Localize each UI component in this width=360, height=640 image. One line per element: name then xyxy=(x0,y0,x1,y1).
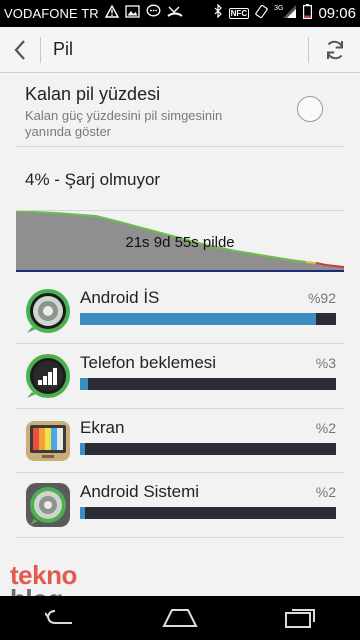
app-percent: %3 xyxy=(315,355,336,371)
battery-graph-baseline xyxy=(16,270,344,272)
bluetooth-icon xyxy=(214,3,223,23)
navigation-bar xyxy=(0,596,360,640)
divider xyxy=(16,537,344,538)
battery-percentage-setting[interactable]: Kalan pil yüzdesi Kalan güç yüzdesini pi… xyxy=(0,74,360,148)
app-percent: %2 xyxy=(315,484,336,500)
nav-home-button[interactable] xyxy=(150,596,210,640)
usage-bar xyxy=(80,507,336,519)
missed-call-icon xyxy=(167,5,183,23)
screen-icon xyxy=(24,417,72,465)
phone-standby-icon xyxy=(24,352,72,400)
usage-bar-fill xyxy=(80,313,316,325)
refresh-button[interactable] xyxy=(308,36,360,63)
usage-bar-fill xyxy=(80,378,88,390)
usage-bar xyxy=(80,313,336,325)
nfc-icon: NFC xyxy=(228,8,250,19)
usage-bar xyxy=(80,378,336,390)
divider xyxy=(16,146,344,147)
usage-bar-fill xyxy=(80,443,86,455)
android-os-icon xyxy=(24,287,72,335)
image-icon xyxy=(125,4,140,23)
battery-percentage-checkbox[interactable] xyxy=(297,96,323,122)
network-type: 3G xyxy=(274,5,284,12)
app-name: Ekran xyxy=(80,418,125,437)
action-bar-divider xyxy=(40,36,41,63)
action-bar: Pil xyxy=(0,27,360,73)
battery-history-graph[interactable]: 21s 9d 55s pilde xyxy=(15,210,345,273)
usage-bar xyxy=(80,443,336,455)
divider xyxy=(16,472,344,473)
battery-duration-label: 21s 9d 55s pilde xyxy=(125,234,235,251)
warning-icon xyxy=(104,4,119,23)
back-button[interactable] xyxy=(0,27,40,73)
app-usage-item[interactable]: Android Sistemi %2 xyxy=(0,474,360,538)
battery-graph-line-low xyxy=(305,261,317,264)
divider xyxy=(16,408,344,409)
app-usage-item[interactable]: Telefon beklemesi %3 xyxy=(0,345,360,409)
divider xyxy=(16,343,344,344)
page-title: Pil xyxy=(53,39,74,59)
nav-recents-button[interactable] xyxy=(270,596,330,640)
app-name: Android İS xyxy=(80,288,160,307)
android-system-icon xyxy=(24,481,72,529)
carrier-name: VODAFONE TR xyxy=(4,6,99,21)
setting-title: Kalan pil yüzdesi xyxy=(25,84,161,104)
app-usage-item[interactable]: Android İS %92 xyxy=(0,280,360,344)
setting-subtitle: Kalan güç yüzdesini pil simgesinin yanın… xyxy=(25,108,223,139)
status-bar: VODAFONE TR NFC 3G 09:06 xyxy=(0,0,360,27)
recents-icon xyxy=(285,609,315,628)
battery-status: 4% - Şarj olmuyor xyxy=(25,170,161,189)
app-percent: %92 xyxy=(307,290,336,306)
usage-bar-fill xyxy=(80,507,86,519)
signal-icon xyxy=(283,4,297,23)
battery-low-icon xyxy=(303,3,313,24)
app-name: Android Sistemi xyxy=(80,482,200,501)
app-name: Telefon beklemesi xyxy=(80,353,217,372)
chat-icon xyxy=(146,4,161,23)
app-usage-item[interactable]: Ekran %2 xyxy=(0,410,360,474)
clock: 09:06 xyxy=(318,5,356,22)
chevron-left-icon xyxy=(14,39,25,60)
back-arrow-icon xyxy=(45,610,72,624)
app-percent: %2 xyxy=(315,420,336,436)
refresh-icon xyxy=(326,40,343,59)
home-icon xyxy=(162,609,198,627)
nav-back-button[interactable] xyxy=(30,596,90,640)
rotate-icon xyxy=(255,4,268,23)
